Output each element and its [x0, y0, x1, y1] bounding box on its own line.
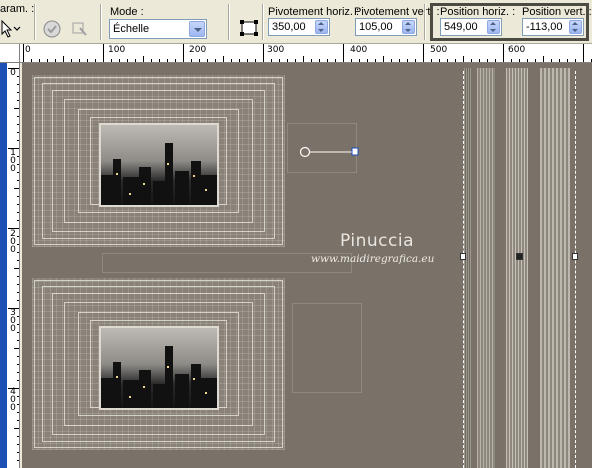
ruler-mark: 500 [430, 45, 448, 55]
ruler-mark: 0 [10, 68, 16, 78]
selection-border [575, 71, 576, 468]
rotation-horizontal-label: Pivotement horiz. : [268, 6, 360, 18]
center-pivot-handle[interactable] [516, 253, 523, 260]
mode-value: Échelle [113, 23, 150, 35]
stripe-column [477, 68, 495, 468]
ruler-mark: 100 [10, 148, 16, 174]
rotation-vertical-field[interactable]: 105,00 [355, 18, 417, 36]
toolbar-separator [424, 4, 426, 40]
spinner-icon[interactable] [569, 20, 582, 34]
ruler-mark: 100 [108, 45, 126, 55]
rotation-horizontal-field[interactable]: 350,00 [268, 18, 330, 36]
pointer-tool-icon[interactable] [0, 18, 22, 40]
apply-icon[interactable] [41, 18, 63, 40]
tunnel-frame-top [32, 75, 285, 247]
tool-options-toolbar: aram. : Mode : Échelle Pivotement horiz.… [0, 0, 592, 44]
spinner-icon[interactable] [315, 20, 328, 34]
ruler-active-strip [0, 63, 7, 468]
ruler-mark: 400 [350, 45, 368, 55]
position-horizontal-value: 549,00 [444, 21, 478, 33]
transform-icon[interactable] [69, 18, 91, 40]
ruler-mark: 0 [25, 45, 31, 55]
stripe-column [464, 68, 471, 468]
ruler-mark: 400 [10, 387, 16, 413]
rotation-vertical-value: 105,00 [359, 21, 393, 33]
toolbar-separator [34, 4, 36, 40]
tunnel-frame-bottom [32, 278, 285, 450]
toolbar-separator [100, 4, 102, 40]
watermark-name: Pinuccia [340, 231, 414, 251]
mode-select[interactable]: Échelle [109, 19, 207, 39]
ruler-mark: 300 [10, 308, 16, 334]
ghost-frame [292, 303, 362, 393]
ruler-mark: 600 [508, 45, 526, 55]
city-skyline-photo [99, 326, 219, 410]
toolbar-separator [228, 4, 230, 40]
ruler-mark: 300 [267, 45, 285, 55]
ruler-mark: 200 [10, 229, 16, 255]
stripe-column [506, 68, 528, 468]
rotation-handle[interactable] [298, 145, 362, 159]
position-vertical-label: Position vert. : [522, 6, 592, 18]
rotation-horizontal-value: 350,00 [272, 21, 306, 33]
horizontal-ruler: 0 100 200 300 400 500 600 [0, 44, 592, 63]
watermark-url: www.maidiregrafica.eu [311, 253, 435, 265]
spinner-icon[interactable] [487, 20, 500, 34]
spinner-icon[interactable] [402, 20, 415, 34]
mode-label: Mode : [110, 6, 144, 18]
city-skyline-photo [99, 123, 219, 207]
presets-label: aram. : [0, 3, 35, 15]
image-canvas[interactable]: Pinuccia www.maidiregrafica.eu [22, 63, 592, 468]
position-horizontal-label: Position horiz. : [440, 6, 516, 18]
position-vertical-value: -113,00 [526, 21, 563, 33]
chevron-down-icon[interactable] [189, 21, 205, 37]
selection-border [463, 71, 464, 468]
right-handle[interactable] [572, 253, 578, 260]
stripe-column [540, 68, 570, 468]
ruler-corner [0, 44, 20, 63]
left-handle[interactable] [460, 253, 466, 260]
toolbar-separator [262, 4, 264, 40]
reset-icon[interactable] [238, 17, 260, 39]
ruler-mark: 200 [189, 45, 207, 55]
position-vertical-field[interactable]: -113,00 [522, 18, 584, 36]
rotation-vertical-label: Pivotement vert. : [354, 6, 440, 18]
position-horizontal-field[interactable]: 549,00 [440, 18, 502, 36]
